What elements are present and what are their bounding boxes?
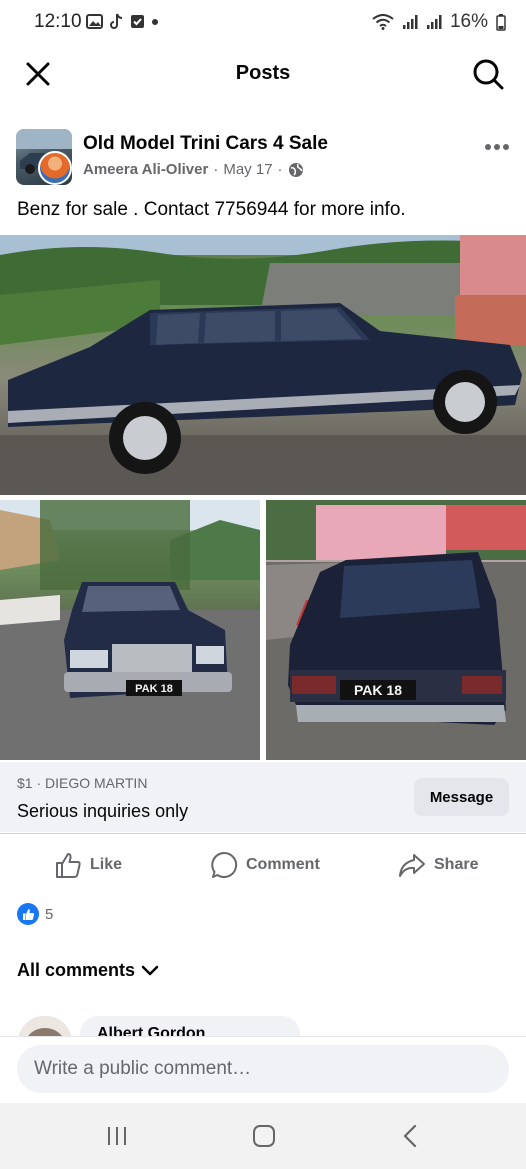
home-button[interactable] <box>252 1124 276 1153</box>
message-button[interactable]: Message <box>414 778 509 816</box>
recents-icon <box>108 1127 126 1145</box>
recents-button[interactable] <box>106 1125 128 1152</box>
battery-percent: 16% <box>449 11 488 32</box>
dot-icon <box>152 18 158 25</box>
status-bar: 12:10 16% <box>0 0 526 46</box>
all-comments-label: All comments <box>17 960 136 980</box>
status-right: 16% <box>372 11 506 33</box>
listing-price-location: $1 · DIEGO MARTIN <box>17 775 148 791</box>
meta-separator: · <box>213 161 219 178</box>
home-icon <box>253 1125 275 1147</box>
more-options-button[interactable] <box>484 130 510 158</box>
reaction-count[interactable]: 5 <box>45 906 53 923</box>
chevron-down-icon <box>141 965 159 975</box>
like-button[interactable]: Like <box>54 848 122 882</box>
more-icon <box>485 144 509 150</box>
all-comments-filter[interactable]: All comments <box>17 960 159 981</box>
comment-icon <box>211 851 238 878</box>
car-rear-image: PAK 18 <box>266 500 526 760</box>
share-icon <box>399 854 425 877</box>
post-text: Benz for sale . Contact 7756944 for more… <box>17 199 406 220</box>
tiktok-icon <box>110 13 123 29</box>
plate-rear: PAK 18 <box>354 682 402 698</box>
avatar-stack[interactable] <box>16 129 72 185</box>
author-name[interactable]: Ameera Ali-Oliver <box>83 161 208 178</box>
like-icon <box>56 853 81 878</box>
car-front-image: PAK 18 <box>0 500 260 760</box>
post-photo-rear[interactable]: PAK 18 <box>266 500 526 760</box>
page-title: Posts <box>235 62 291 84</box>
share-label: Share <box>434 856 479 873</box>
signal-icon <box>402 15 418 29</box>
search-icon <box>473 59 504 90</box>
signal-icon-2 <box>426 15 442 29</box>
comment-button[interactable]: Comment <box>210 848 320 882</box>
gallery-icon <box>86 14 103 29</box>
user-avatar[interactable] <box>38 151 72 185</box>
battery-icon <box>496 13 506 31</box>
meta-separator-2: · <box>277 161 283 178</box>
back-icon <box>403 1124 417 1148</box>
status-time: 12:10 <box>34 11 82 32</box>
checkbox-icon <box>131 15 144 28</box>
post-photo-front[interactable]: PAK 18 <box>0 500 260 760</box>
divider <box>0 833 526 834</box>
system-nav-bar <box>0 1103 526 1169</box>
globe-icon <box>288 162 303 177</box>
like-label: Like <box>90 856 123 873</box>
plate-front: PAK 18 <box>135 683 173 695</box>
post-meta: Ameera Ali-Oliver · May 17 · <box>83 161 304 178</box>
listing-title: Serious inquiries only <box>17 801 189 821</box>
post-photo-main[interactable] <box>0 235 526 495</box>
comment-label: Comment <box>246 856 320 873</box>
wifi-icon <box>372 14 394 30</box>
post-date[interactable]: May 17 <box>223 161 272 178</box>
thumb-icon <box>22 908 34 920</box>
share-button[interactable]: Share <box>398 848 478 882</box>
back-button[interactable] <box>402 1124 418 1153</box>
car-side-image <box>0 235 526 495</box>
comment-input[interactable]: Write a public comment… <box>17 1045 509 1093</box>
group-name[interactable]: Old Model Trini Cars 4 Sale <box>83 133 328 155</box>
like-reaction-icon[interactable] <box>17 903 39 925</box>
search-button[interactable] <box>472 58 504 90</box>
notification-icons <box>86 13 159 30</box>
